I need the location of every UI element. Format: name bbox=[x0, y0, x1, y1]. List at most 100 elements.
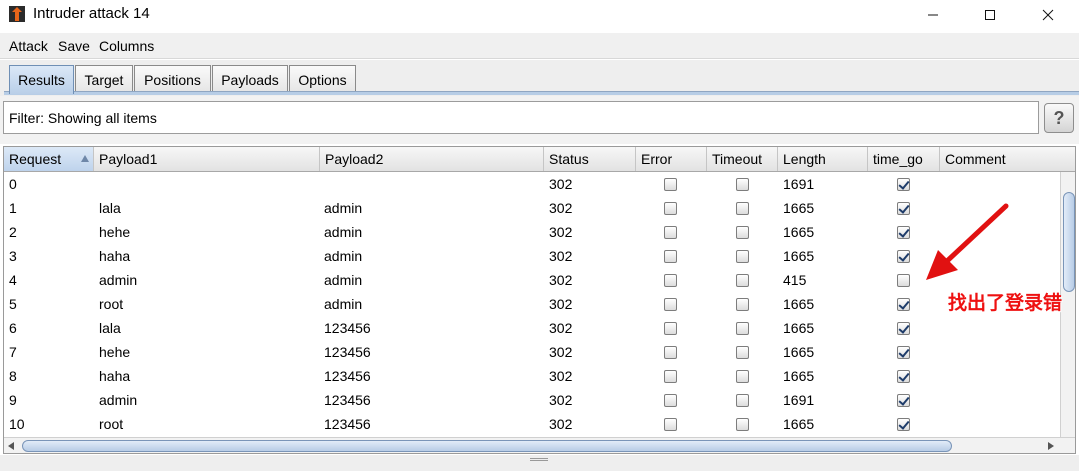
time-go-checkbox[interactable] bbox=[897, 370, 910, 383]
drag-grip-icon[interactable] bbox=[530, 458, 548, 461]
error-checkbox[interactable] bbox=[664, 418, 677, 431]
cell-length: 1665 bbox=[783, 344, 815, 360]
error-checkbox[interactable] bbox=[664, 202, 677, 215]
table-row[interactable]: 1 lala admin 302 1665 bbox=[4, 196, 1060, 220]
tab-payloads[interactable]: Payloads bbox=[212, 65, 288, 94]
menu-save[interactable]: Save bbox=[58, 38, 90, 54]
cell-payload2: 123456 bbox=[324, 416, 371, 432]
tab-target[interactable]: Target bbox=[75, 65, 133, 94]
time-go-checkbox[interactable] bbox=[897, 322, 910, 335]
table-row[interactable]: 2 hehe admin 302 1665 bbox=[4, 220, 1060, 244]
error-checkbox[interactable] bbox=[664, 370, 677, 383]
cell-request: 10 bbox=[9, 416, 25, 432]
column-header-payload1[interactable]: Payload1 bbox=[94, 147, 320, 171]
column-header-time-go[interactable]: time_go bbox=[868, 147, 940, 171]
table-row[interactable]: 5 root admin 302 1665 bbox=[4, 292, 1060, 316]
column-header-request[interactable]: Request bbox=[4, 147, 94, 171]
cell-request: 5 bbox=[9, 296, 17, 312]
cell-payload1: haha bbox=[99, 368, 131, 384]
tab-options[interactable]: Options bbox=[289, 65, 356, 94]
error-checkbox[interactable] bbox=[664, 322, 677, 335]
column-header-error[interactable]: Error bbox=[636, 147, 707, 171]
time-go-checkbox[interactable] bbox=[897, 346, 910, 359]
tab-strip: Results Target Positions Payloads Option… bbox=[0, 60, 1079, 96]
time-go-checkbox[interactable] bbox=[897, 226, 910, 239]
error-checkbox[interactable] bbox=[664, 298, 677, 311]
filter-bar[interactable]: Filter: Showing all items bbox=[3, 101, 1039, 134]
time-go-checkbox[interactable] bbox=[897, 202, 910, 215]
error-checkbox[interactable] bbox=[664, 274, 677, 287]
menu-attack[interactable]: Attack bbox=[9, 38, 48, 54]
cell-status: 302 bbox=[549, 392, 573, 408]
menu-columns[interactable]: Columns bbox=[99, 38, 154, 54]
horizontal-scrollbar[interactable] bbox=[4, 437, 1075, 453]
tab-positions[interactable]: Positions bbox=[134, 65, 211, 94]
error-checkbox[interactable] bbox=[664, 178, 677, 191]
cell-payload2: 123456 bbox=[324, 392, 371, 408]
annotation-arrow-icon bbox=[926, 203, 1009, 280]
minimize-button[interactable] bbox=[910, 0, 956, 30]
cell-payload1: root bbox=[99, 296, 124, 312]
timeout-checkbox[interactable] bbox=[736, 178, 749, 191]
window-title: Intruder attack 14 bbox=[33, 5, 150, 22]
tab-results[interactable]: Results bbox=[9, 65, 74, 94]
timeout-checkbox[interactable] bbox=[736, 418, 749, 431]
cell-payload1: lala bbox=[99, 200, 121, 216]
time-go-checkbox[interactable] bbox=[897, 298, 910, 311]
error-checkbox[interactable] bbox=[664, 394, 677, 407]
table-row[interactable]: 9 admin 123456 302 1691 bbox=[4, 388, 1060, 412]
column-header-comment[interactable]: Comment bbox=[940, 147, 1075, 171]
time-go-checkbox[interactable] bbox=[897, 250, 910, 263]
cell-payload1: haha bbox=[99, 248, 131, 264]
vertical-scroll-thumb[interactable] bbox=[1063, 192, 1075, 292]
column-header-payload2[interactable]: Payload2 bbox=[320, 147, 544, 171]
cell-status: 302 bbox=[549, 224, 573, 240]
timeout-checkbox[interactable] bbox=[736, 202, 749, 215]
column-header-length[interactable]: Length bbox=[778, 147, 868, 171]
cell-status: 302 bbox=[549, 296, 573, 312]
table-row[interactable]: 6 lala 123456 302 1665 bbox=[4, 316, 1060, 340]
cell-payload1: hehe bbox=[99, 344, 131, 360]
error-checkbox[interactable] bbox=[664, 250, 677, 263]
close-icon bbox=[1042, 9, 1054, 21]
table-row[interactable]: 0 302 1691 bbox=[4, 172, 1060, 196]
timeout-checkbox[interactable] bbox=[736, 394, 749, 407]
cell-request: 0 bbox=[9, 176, 17, 192]
timeout-checkbox[interactable] bbox=[736, 298, 749, 311]
timeout-checkbox[interactable] bbox=[736, 274, 749, 287]
timeout-checkbox[interactable] bbox=[736, 322, 749, 335]
table-row[interactable]: 7 hehe 123456 302 1665 bbox=[4, 340, 1060, 364]
scroll-right-icon[interactable] bbox=[1048, 442, 1054, 450]
column-header-timeout[interactable]: Timeout bbox=[707, 147, 778, 171]
filter-text: Filter: Showing all items bbox=[9, 110, 157, 126]
timeout-checkbox[interactable] bbox=[736, 370, 749, 383]
table-row[interactable]: 10 root 123456 302 1665 bbox=[4, 412, 1060, 436]
error-checkbox[interactable] bbox=[664, 346, 677, 359]
column-header-status[interactable]: Status bbox=[544, 147, 636, 171]
time-go-checkbox[interactable] bbox=[897, 394, 910, 407]
cell-length: 1665 bbox=[783, 320, 815, 336]
cell-request: 4 bbox=[9, 272, 17, 288]
table-row[interactable]: 8 haha 123456 302 1665 bbox=[4, 364, 1060, 388]
timeout-checkbox[interactable] bbox=[736, 226, 749, 239]
time-go-checkbox[interactable] bbox=[897, 178, 910, 191]
timeout-checkbox[interactable] bbox=[736, 250, 749, 263]
close-button[interactable] bbox=[1025, 0, 1071, 30]
table-row[interactable]: 3 haha admin 302 1665 bbox=[4, 244, 1060, 268]
split-pane-divider[interactable] bbox=[0, 455, 1079, 471]
column-header-label: Request bbox=[9, 151, 62, 167]
help-button[interactable]: ? bbox=[1044, 103, 1074, 133]
scroll-left-icon[interactable] bbox=[8, 442, 14, 450]
time-go-checkbox[interactable] bbox=[897, 418, 910, 431]
cell-length: 1691 bbox=[783, 176, 815, 192]
cell-payload1: admin bbox=[99, 272, 138, 288]
vertical-scrollbar[interactable] bbox=[1060, 172, 1075, 437]
timeout-checkbox[interactable] bbox=[736, 346, 749, 359]
maximize-button[interactable] bbox=[967, 0, 1013, 30]
cell-length: 415 bbox=[783, 272, 807, 288]
table-row[interactable]: 4 admin admin 302 415 bbox=[4, 268, 1060, 292]
time-go-checkbox[interactable] bbox=[897, 274, 910, 287]
horizontal-scroll-thumb[interactable] bbox=[22, 440, 952, 452]
error-checkbox[interactable] bbox=[664, 226, 677, 239]
maximize-icon bbox=[985, 10, 995, 20]
